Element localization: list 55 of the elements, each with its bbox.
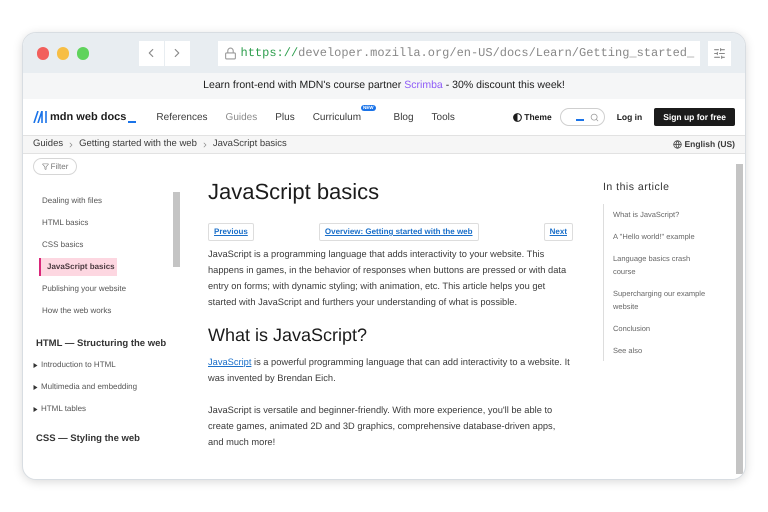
sidebar-item[interactable]: Publishing your website [33,280,166,298]
sidebar-item[interactable]: Dealing with files [33,192,166,210]
url-text: https://developer.mozilla.org/en-US/docs/Learn/Getting_started_ [240,45,694,62]
lock-icon [224,46,237,60]
previous-link[interactable]: Previous [208,223,254,241]
article-title: JavaScript basics [208,179,380,205]
filter-button[interactable]: Filter [33,158,77,175]
signup-button[interactable]: Sign up for free [654,108,735,126]
scrimba-link[interactable]: Scrimba [404,78,443,94]
banner-text: Learn front-end with MDN's course partner [203,78,402,94]
page-scrollbar-thumb[interactable] [736,164,743,474]
sidebar-scrollbar-thumb[interactable] [173,192,180,267]
banner-text: - 30% discount this week! [446,78,565,94]
theme-button[interactable]: Theme [513,110,552,124]
search-field[interactable] [560,108,605,126]
sidebar-item[interactable]: HTML basics [33,214,166,232]
back-button[interactable] [138,40,164,66]
breadcrumb-link[interactable]: JavaScript basics [212,137,287,152]
sidebar-item[interactable]: HTML tables [33,403,186,416]
nav-link[interactable]: Plus [275,110,295,124]
next-link[interactable]: Next [544,223,573,241]
search-icon [590,112,599,122]
sidebar-item[interactable]: Introduction to HTML [33,359,186,372]
paragraph: JavaScript is a powerful programming language that can add interactivity to a website. It was invented by Brendan Eich. [208,356,571,385]
nav-link[interactable]: Blog [394,110,414,124]
settings-button[interactable] [708,40,731,66]
sidebar-item[interactable]: How the web works [33,302,166,320]
address-bar[interactable]: https://developer.mozilla.org/en-US/docs/Learn/Getting_started_ [218,40,700,66]
logo-cursor-icon [128,120,136,122]
nav-link[interactable]: Tools [432,110,455,124]
logo-text: mdn web docs [50,110,126,125]
nav-link[interactable]: Curriculum [312,110,362,124]
sidebar-item[interactable]: Multimedia and embedding [33,381,186,394]
sidebar-item[interactable]: CSS basics [33,236,166,254]
contrast-icon [513,112,522,122]
nav-link[interactable]: References [156,110,208,124]
language-button[interactable]: English (US) [673,138,735,151]
globe-icon [673,140,682,149]
paragraph: JavaScript is versatile and beginner-friendly. With more experience, you'll be able to create games, animated 2D and 3D graphics, comprehensive database-driven apps, and much more! [208,404,556,449]
toc-title: In this article [603,180,670,195]
sidebar-item[interactable]: JavaScript basics [39,258,117,276]
overview-link[interactable]: Overview: Getting started with the web [318,223,479,241]
sidebar-section-title: HTML — Structuring the web [35,337,168,351]
section-heading: What is JavaScript? [208,324,368,346]
breadcrumb-link[interactable]: Guides [33,137,64,152]
intro-paragraph: JavaScript is a programming language that adds interactivity to your website. This happens in games, in the behavior of responses when buttons are pressed or with data entry on forms; with dynamic styling; with animation, etc. This article helps you get started with JavaScript and furthers your understanding of what is possible. [208,248,568,309]
forward-button[interactable] [164,40,190,66]
filter-icon [42,163,49,170]
sliders-icon [713,46,726,60]
sidebar-section-title: CSS — Styling the web [35,432,141,446]
breadcrumb-link[interactable]: Getting started with the web [79,137,197,152]
search-cursor-icon [576,119,584,121]
javascript-link[interactable]: JavaScript [208,357,252,367]
mdn-logo-icon [33,111,47,123]
login-button[interactable]: Log in [612,110,646,124]
